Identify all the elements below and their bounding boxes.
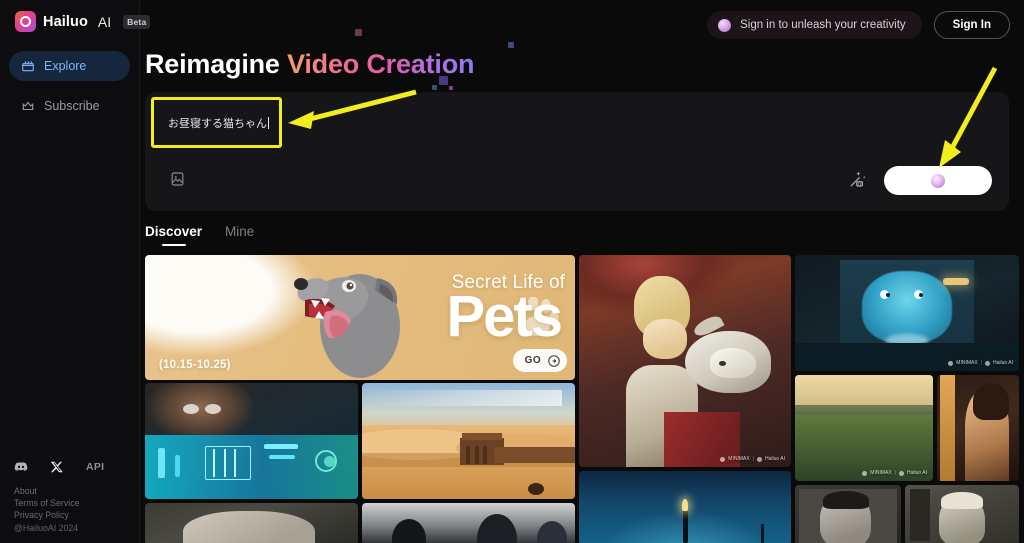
- image-upload-icon[interactable]: [169, 171, 186, 187]
- watermark: MINIMAX | Hailuo AI: [862, 470, 927, 476]
- discord-icon[interactable]: [14, 460, 28, 474]
- deco-square-1: [355, 29, 362, 36]
- sidebar: Hailuo AI Beta Explore Subscribe API Abo…: [0, 0, 151, 543]
- tab-mine[interactable]: Mine: [225, 224, 254, 246]
- brand-logo[interactable]: Hailuo AI Beta: [0, 0, 151, 32]
- deco-square-2: [508, 42, 514, 48]
- page-title-gradient: Video Creation: [287, 49, 475, 79]
- watermark-product: Hailuo AI: [992, 360, 1013, 366]
- card-sunset-field[interactable]: MINIMAX | Hailuo AI: [795, 375, 933, 481]
- sidebar-item-explore-label: Explore: [44, 59, 87, 73]
- card-rocket-launch[interactable]: [579, 471, 791, 543]
- watermark-brand: MINIMAX: [870, 470, 892, 476]
- banner-go-label: GO: [524, 355, 541, 366]
- crown-icon: [22, 101, 34, 111]
- legal-links: About Terms of Service Privacy Policy @H…: [14, 485, 80, 534]
- banner-daterange: (10.15-10.25): [159, 359, 231, 371]
- generate-video-button[interactable]: [884, 166, 992, 195]
- watermark-brand: MINIMAX: [956, 360, 978, 366]
- dog-illustration: [294, 274, 400, 378]
- magic-wand-icon[interactable]: [848, 169, 868, 189]
- watermark-brand-icon: [862, 470, 868, 476]
- gallery-grid: Secret Life of Pets (10.15-10.25) GO MIN…: [145, 255, 1019, 543]
- watermark-separator: |: [894, 470, 896, 476]
- watermark-product-icon: [898, 470, 904, 476]
- legal-link-about[interactable]: About: [14, 485, 80, 497]
- watermark-brand-icon: [948, 360, 954, 366]
- watermark-product: Hailuo AI: [906, 470, 927, 476]
- deco-square-5: [449, 86, 453, 90]
- gallery-column-3: MINIMAX | Hailuo AI MINIMAX | Hailuo AI: [795, 255, 1019, 543]
- deco-square-3: [439, 76, 448, 85]
- gallery-tabs: Discover Mine: [145, 224, 254, 246]
- prompt-input[interactable]: お昼寝する猫ちゃん: [154, 115, 269, 131]
- deco-square-4: [432, 85, 437, 90]
- card-person-bottom-left[interactable]: [145, 503, 358, 543]
- arrow-right-circle-icon: [548, 354, 560, 367]
- sidebar-nav: Explore Subscribe: [0, 51, 139, 121]
- watermark-product-icon: [756, 456, 762, 462]
- sidebar-item-subscribe-label: Subscribe: [44, 99, 100, 113]
- hailuo-ai-app: Hailuo AI Beta Explore Subscribe API Abo…: [0, 0, 1024, 543]
- tab-discover[interactable]: Discover: [145, 224, 202, 246]
- main-content: Reimagine Video Creation お昼寝する猫ちゃん Disco…: [140, 0, 1024, 543]
- prompt-input-highlight-box: お昼寝する猫ちゃん: [151, 97, 282, 148]
- banner-go-button[interactable]: GO: [512, 349, 567, 372]
- watermark-product: Hailuo AI: [764, 456, 785, 462]
- banner-title: Pets: [446, 284, 563, 349]
- api-link[interactable]: API: [86, 461, 104, 473]
- watermark-product-icon: [984, 360, 990, 366]
- watermark: MINIMAX | Hailuo AI: [720, 456, 785, 462]
- watermark-brand: MINIMAX: [728, 456, 750, 462]
- brand-product: AI: [97, 13, 112, 30]
- prompt-toolbar: [145, 157, 1009, 211]
- card-vintage-portrait-right[interactable]: [905, 485, 1019, 543]
- watermark: MINIMAX | Hailuo AI: [948, 360, 1013, 366]
- text-caret: [268, 116, 269, 129]
- gallery-column-2: MINIMAX | Hailuo AI: [579, 255, 791, 543]
- card-woman-window[interactable]: [937, 375, 1019, 481]
- watermark-separator: |: [980, 360, 982, 366]
- legal-link-terms[interactable]: Terms of Service: [14, 497, 80, 509]
- card-dragon-boy[interactable]: MINIMAX | Hailuo AI: [579, 255, 791, 467]
- page-title: Reimagine Video Creation: [145, 49, 475, 80]
- card-blue-creature[interactable]: MINIMAX | Hailuo AI: [795, 255, 1019, 371]
- clapperboard-icon: [22, 61, 34, 72]
- hailuo-logo-icon: [15, 11, 36, 32]
- prompt-panel: お昼寝する猫ちゃん: [145, 92, 1009, 211]
- sidebar-item-subscribe[interactable]: Subscribe: [9, 91, 130, 121]
- prompt-input-value: お昼寝する猫ちゃん: [168, 116, 267, 130]
- page-title-white: Reimagine: [145, 49, 280, 79]
- watermark-brand-icon: [720, 456, 726, 462]
- x-twitter-icon[interactable]: [50, 460, 64, 474]
- watermark-separator: |: [752, 456, 754, 462]
- legal-link-privacy[interactable]: Privacy Policy: [14, 509, 80, 521]
- brand-name: Hailuo: [43, 13, 88, 30]
- card-desert-temple[interactable]: [362, 383, 575, 499]
- card-holographic-ui[interactable]: [145, 383, 358, 499]
- copyright-text: @HailuoAI 2024: [14, 522, 79, 533]
- card-secret-life-of-pets[interactable]: Secret Life of Pets (10.15-10.25) GO: [145, 255, 575, 380]
- card-crowd-bottom[interactable]: [362, 503, 575, 543]
- card-vintage-portrait-left[interactable]: [795, 485, 901, 543]
- gallery-column-1: Secret Life of Pets (10.15-10.25) GO: [145, 255, 575, 543]
- generate-orb-icon: [931, 173, 945, 188]
- sidebar-item-explore[interactable]: Explore: [9, 51, 130, 81]
- social-links: API: [14, 460, 104, 474]
